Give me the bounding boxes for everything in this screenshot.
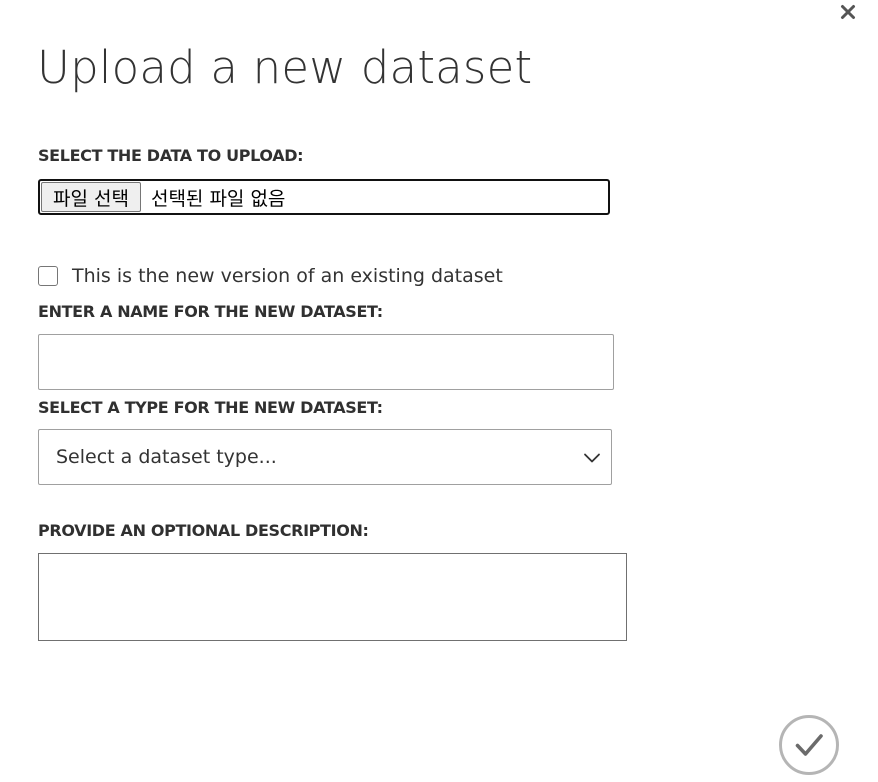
file-status-text: 선택된 파일 없음 [150,187,286,210]
description-textarea[interactable] [38,553,627,641]
dialog-title: Upload a new dataset [37,41,533,94]
choose-file-button[interactable]: 파일 선택 [41,182,141,212]
new-version-checkbox[interactable] [38,266,58,286]
new-version-label: This is the new version of an existing d… [72,265,503,287]
description-label: PROVIDE AN OPTIONAL DESCRIPTION: [38,521,369,540]
new-version-option[interactable]: This is the new version of an existing d… [38,263,503,289]
dataset-type-select[interactable]: Select a dataset type... [38,429,612,485]
dataset-type-label: SELECT A TYPE FOR THE NEW DATASET: [38,398,383,417]
ok-button[interactable] [778,714,840,776]
chevron-down-icon [584,453,600,463]
file-input[interactable]: 파일 선택 선택된 파일 없음 [38,179,610,215]
close-icon [841,5,855,19]
dataset-type-selected: Select a dataset type... [56,446,277,468]
checkmark-icon [779,715,839,775]
close-button[interactable] [836,0,860,24]
dataset-name-input[interactable] [38,334,614,390]
upload-label: SELECT THE DATA TO UPLOAD: [38,146,304,165]
dataset-name-label: ENTER A NAME FOR THE NEW DATASET: [38,302,383,321]
